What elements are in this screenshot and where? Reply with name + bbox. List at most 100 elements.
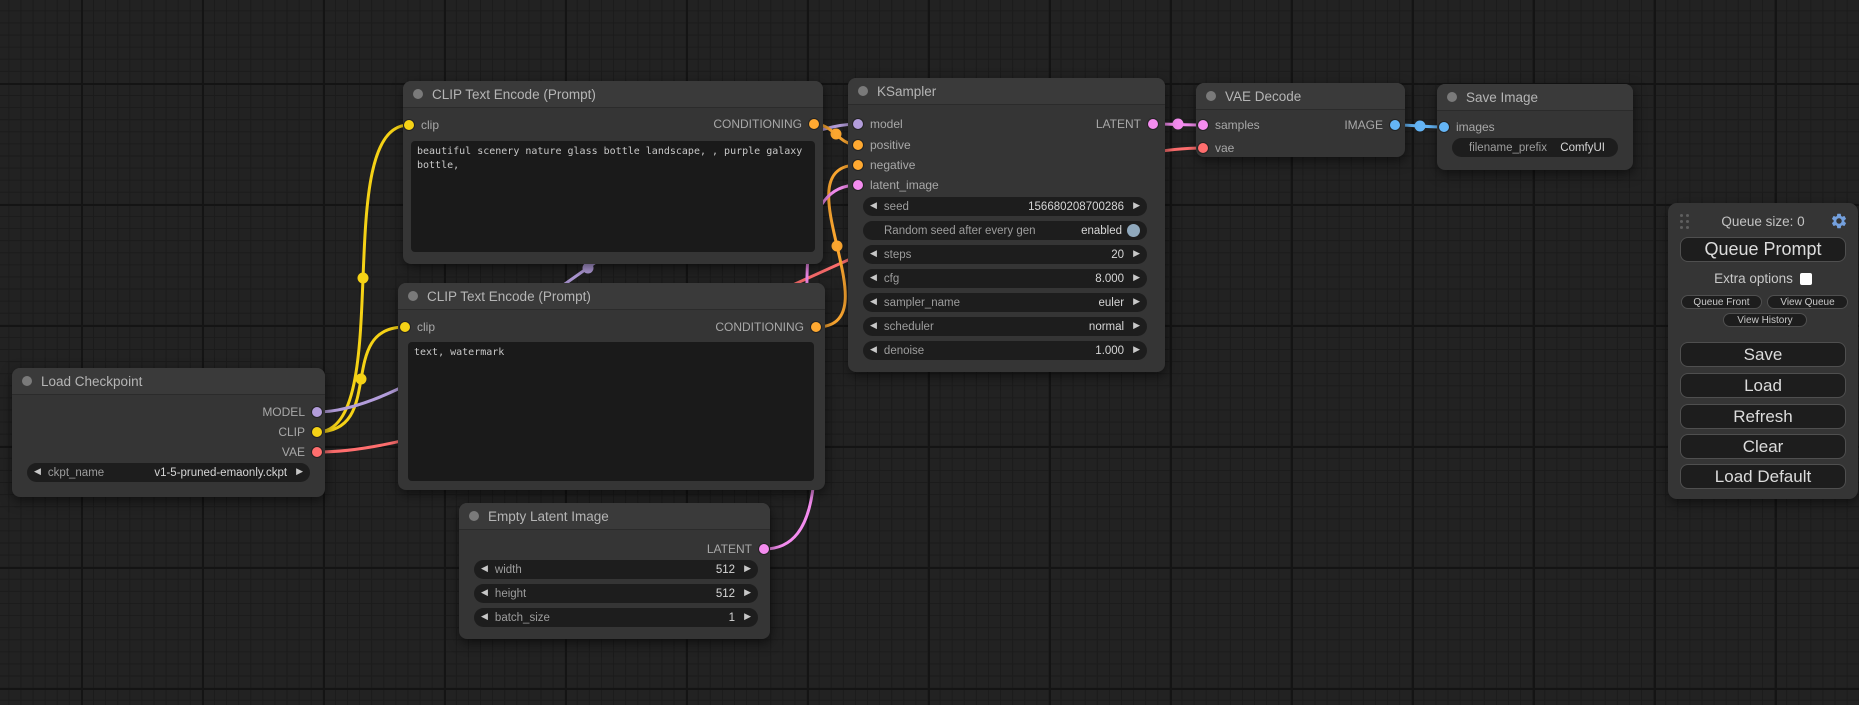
output-port-image[interactable]: IMAGE xyxy=(1344,118,1400,132)
input-port-clip[interactable]: clip xyxy=(404,118,439,132)
node-clip-text-encode-positive[interactable]: CLIP Text Encode (Prompt) clip CONDITION… xyxy=(403,81,823,264)
node-titlebar[interactable]: CLIP Text Encode (Prompt) xyxy=(398,283,825,310)
node-titlebar[interactable]: Empty Latent Image xyxy=(459,503,770,530)
save-button[interactable]: Save xyxy=(1680,342,1846,367)
view-history-button[interactable]: View History xyxy=(1723,313,1807,327)
input-port-latent-image[interactable]: latent_image xyxy=(853,178,939,192)
widget-steps[interactable]: ◀ steps 20 ▶ xyxy=(863,245,1147,264)
node-titlebar[interactable]: Load Checkpoint xyxy=(12,368,325,395)
port-dot-clip[interactable] xyxy=(400,322,410,332)
decrement-arrow-icon[interactable]: ◀ xyxy=(481,613,488,622)
input-port-vae[interactable]: vae xyxy=(1198,141,1234,155)
port-dot-conditioning[interactable] xyxy=(809,119,819,129)
increment-arrow-icon[interactable]: ▶ xyxy=(744,565,751,574)
port-dot-image[interactable] xyxy=(1390,120,1400,130)
view-queue-button[interactable]: View Queue xyxy=(1767,295,1848,309)
port-dot-image[interactable] xyxy=(1439,122,1449,132)
port-dot-latent[interactable] xyxy=(759,544,769,554)
decrement-arrow-icon[interactable]: ◀ xyxy=(870,346,877,355)
refresh-button[interactable]: Refresh xyxy=(1680,404,1846,429)
decrement-arrow-icon[interactable]: ◀ xyxy=(870,298,877,307)
increment-arrow-icon[interactable]: ▶ xyxy=(1133,346,1140,355)
port-dot-conditioning[interactable] xyxy=(853,160,863,170)
load-default-button[interactable]: Load Default xyxy=(1680,464,1846,489)
settings-gear-icon[interactable] xyxy=(1830,212,1848,230)
port-dot-latent[interactable] xyxy=(1198,120,1208,130)
increment-arrow-icon[interactable]: ▶ xyxy=(1133,250,1140,259)
node-vae-decode[interactable]: VAE Decode samples vae IMAGE xyxy=(1196,83,1405,157)
widget-batch-size[interactable]: ◀ batch_size 1 ▶ xyxy=(474,608,758,627)
increment-arrow-icon[interactable]: ▶ xyxy=(296,468,303,477)
input-port-positive[interactable]: positive xyxy=(853,138,911,152)
port-dot-vae[interactable] xyxy=(312,447,322,457)
clear-button[interactable]: Clear xyxy=(1680,434,1846,459)
widget-scheduler[interactable]: ◀ scheduler normal ▶ xyxy=(863,317,1147,336)
widget-width[interactable]: ◀ width 512 ▶ xyxy=(474,560,758,579)
prompt-text-field[interactable]: beautiful scenery nature glass bottle la… xyxy=(411,141,815,252)
widget-random-seed-toggle[interactable]: Random seed after every gen enabled xyxy=(863,221,1147,240)
drag-handle-icon[interactable] xyxy=(1680,214,1689,229)
input-port-negative[interactable]: negative xyxy=(853,158,915,172)
port-dot-clip[interactable] xyxy=(404,120,414,130)
queue-front-button[interactable]: Queue Front xyxy=(1681,295,1762,309)
input-port-clip[interactable]: clip xyxy=(400,320,435,334)
output-port-latent[interactable]: LATENT xyxy=(707,542,769,556)
input-port-images[interactable]: images xyxy=(1439,120,1495,134)
node-titlebar[interactable]: CLIP Text Encode (Prompt) xyxy=(403,81,823,108)
increment-arrow-icon[interactable]: ▶ xyxy=(1133,274,1140,283)
decrement-arrow-icon[interactable]: ◀ xyxy=(870,250,877,259)
prompt-text-field[interactable]: text, watermark xyxy=(408,342,814,481)
decrement-arrow-icon[interactable]: ◀ xyxy=(870,202,877,211)
extra-options-checkbox[interactable] xyxy=(1800,273,1812,285)
node-ksampler[interactable]: KSampler model positive negative latent_… xyxy=(848,78,1165,372)
widget-ckpt-name[interactable]: ◀ ckpt_name v1-5-pruned-emaonly.ckpt ▶ xyxy=(27,463,310,482)
node-titlebar[interactable]: VAE Decode xyxy=(1196,83,1405,110)
node-titlebar[interactable]: KSampler xyxy=(848,78,1165,105)
widget-cfg[interactable]: ◀ cfg 8.000 ▶ xyxy=(863,269,1147,288)
increment-arrow-icon[interactable]: ▶ xyxy=(744,613,751,622)
node-clip-text-encode-negative[interactable]: CLIP Text Encode (Prompt) clip CONDITION… xyxy=(398,283,825,490)
collapse-dot-icon[interactable] xyxy=(858,86,868,96)
load-button[interactable]: Load xyxy=(1680,373,1846,398)
port-dot-conditioning[interactable] xyxy=(853,140,863,150)
decrement-arrow-icon[interactable]: ◀ xyxy=(870,322,877,331)
port-dot-conditioning[interactable] xyxy=(811,322,821,332)
port-dot-model[interactable] xyxy=(312,407,322,417)
decrement-arrow-icon[interactable]: ◀ xyxy=(870,274,877,283)
input-port-samples[interactable]: samples xyxy=(1198,118,1260,132)
comfyui-canvas[interactable]: { "colors": { "model": "#B39DDB", "clip"… xyxy=(0,0,1859,705)
decrement-arrow-icon[interactable]: ◀ xyxy=(481,565,488,574)
port-dot-latent[interactable] xyxy=(1148,119,1158,129)
widget-sampler-name[interactable]: ◀ sampler_name euler ▶ xyxy=(863,293,1147,312)
port-dot-vae[interactable] xyxy=(1198,143,1208,153)
decrement-arrow-icon[interactable]: ◀ xyxy=(481,589,488,598)
collapse-dot-icon[interactable] xyxy=(413,89,423,99)
increment-arrow-icon[interactable]: ▶ xyxy=(744,589,751,598)
output-port-conditioning[interactable]: CONDITIONING xyxy=(713,117,819,131)
node-save-image[interactable]: Save Image images filename_prefix ComfyU… xyxy=(1437,84,1633,170)
decrement-arrow-icon[interactable]: ◀ xyxy=(34,468,41,477)
collapse-dot-icon[interactable] xyxy=(408,291,418,301)
collapse-dot-icon[interactable] xyxy=(1447,92,1457,102)
port-dot-latent[interactable] xyxy=(853,180,863,190)
node-load-checkpoint[interactable]: Load Checkpoint MODEL CLIP VAE ◀ ckpt_na… xyxy=(12,368,325,497)
collapse-dot-icon[interactable] xyxy=(1206,91,1216,101)
port-dot-model[interactable] xyxy=(853,119,863,129)
node-titlebar[interactable]: Save Image xyxy=(1437,84,1633,111)
widget-height[interactable]: ◀ height 512 ▶ xyxy=(474,584,758,603)
collapse-dot-icon[interactable] xyxy=(469,511,479,521)
output-port-conditioning[interactable]: CONDITIONING xyxy=(715,320,821,334)
output-port-latent[interactable]: LATENT xyxy=(1096,117,1158,131)
widget-filename-prefix[interactable]: filename_prefix ComfyUI xyxy=(1452,138,1618,157)
increment-arrow-icon[interactable]: ▶ xyxy=(1133,298,1140,307)
input-port-model[interactable]: model xyxy=(853,117,903,131)
increment-arrow-icon[interactable]: ▶ xyxy=(1133,202,1140,211)
increment-arrow-icon[interactable]: ▶ xyxy=(1133,322,1140,331)
output-port-clip[interactable]: CLIP xyxy=(278,425,322,439)
queue-prompt-button[interactable]: Queue Prompt xyxy=(1680,237,1846,262)
port-dot-clip[interactable] xyxy=(312,427,322,437)
output-port-model[interactable]: MODEL xyxy=(262,405,322,419)
widget-seed[interactable]: ◀ seed 156680208700286 ▶ xyxy=(863,197,1147,216)
toggle-circle-icon[interactable] xyxy=(1127,224,1140,237)
widget-denoise[interactable]: ◀ denoise 1.000 ▶ xyxy=(863,341,1147,360)
